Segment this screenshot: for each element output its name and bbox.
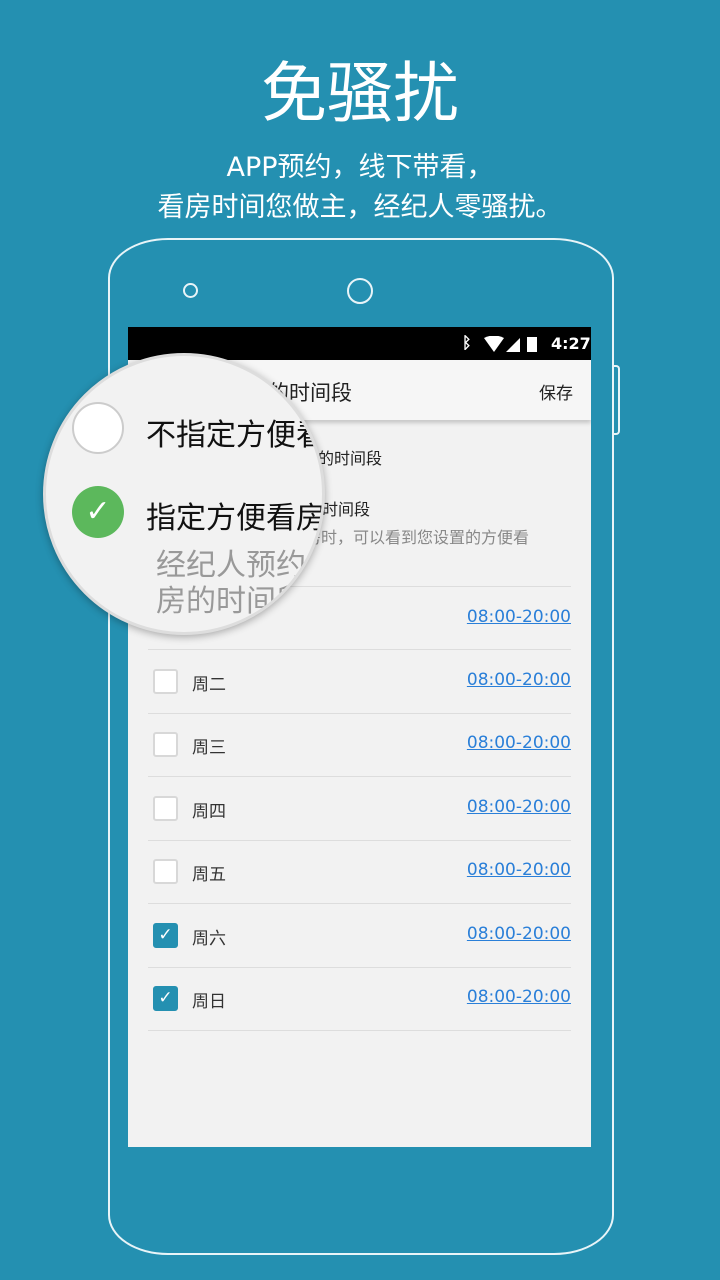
promo-title: 免骚扰 [261, 55, 459, 132]
day-label: 周五 [192, 865, 226, 885]
signal-icon [506, 338, 520, 352]
option-unspecified-zoom[interactable]: 不指定方便看 [146, 410, 322, 454]
option-specified-label[interactable]: 时间段 [322, 496, 370, 520]
checkbox-checked-icon[interactable]: ✓ [153, 986, 178, 1011]
checkbox[interactable] [153, 668, 178, 694]
day-label: 周日 [192, 992, 226, 1012]
option-specified-zoom[interactable]: 指定方便看房 [146, 493, 322, 537]
promo-line-1: APP预约，线下带看， [226, 152, 494, 183]
sensor-icon [183, 283, 198, 298]
day-row[interactable]: 周五 08:00-20:00 [148, 840, 571, 904]
day-label: 周六 [192, 928, 226, 949]
promo-line-2: 看房时间您做主，经纪人零骚扰。 [157, 192, 563, 223]
status-time: 4:27 [551, 334, 591, 353]
day-label: 周四 [192, 801, 226, 822]
day-row[interactable]: ✓ 周六 08:00-20:00 [148, 904, 571, 968]
camera-icon [347, 278, 373, 304]
option-unspecified-label[interactable]: 的时间段 [318, 445, 382, 469]
time-range-link[interactable]: 08:00-20:00 [467, 987, 571, 1007]
radio-selected-check-icon[interactable]: ✓ [72, 486, 124, 538]
desc-line-2: 房的时间段 [156, 584, 306, 619]
time-range-link[interactable]: 08:00-20:00 [467, 860, 571, 880]
side-button [612, 365, 620, 435]
checkbox[interactable] [153, 859, 178, 884]
day-label: 周二 [192, 674, 226, 695]
day-row[interactable]: ✓ 周日 08:00-20:00 [148, 967, 571, 1031]
time-range-link[interactable]: 08:00-20:00 [467, 670, 571, 690]
day-row[interactable]: 周四 08:00-20:00 [148, 777, 571, 841]
day-label: 周三 [192, 738, 226, 758]
radio-unselected[interactable] [72, 402, 124, 454]
time-range-link[interactable]: 08:00-20:00 [467, 733, 571, 753]
time-range-link[interactable]: 08:00-20:00 [467, 797, 571, 817]
battery-icon [527, 337, 537, 352]
option-specified-desc: 房时，可以看到您设置的方便看 [305, 528, 530, 547]
time-range-link[interactable]: 08:00-20:00 [467, 607, 571, 627]
day-row[interactable]: 周三 08:00-20:00 [148, 713, 571, 777]
bluetooth-icon: ᛒ [462, 333, 472, 352]
day-row[interactable]: 周二 08:00-20:00 [148, 650, 571, 714]
checkbox[interactable] [153, 732, 178, 757]
time-range-link[interactable]: 08:00-20:00 [467, 924, 571, 944]
save-button[interactable]: 保存 [539, 379, 573, 404]
checkbox[interactable] [153, 795, 178, 821]
magnifier: 不指定方便看 ✓ 指定方便看房 经纪人预约 房的时间段 [43, 353, 325, 635]
checkbox-checked-icon[interactable]: ✓ [153, 922, 178, 948]
wifi-icon [484, 336, 537, 352]
